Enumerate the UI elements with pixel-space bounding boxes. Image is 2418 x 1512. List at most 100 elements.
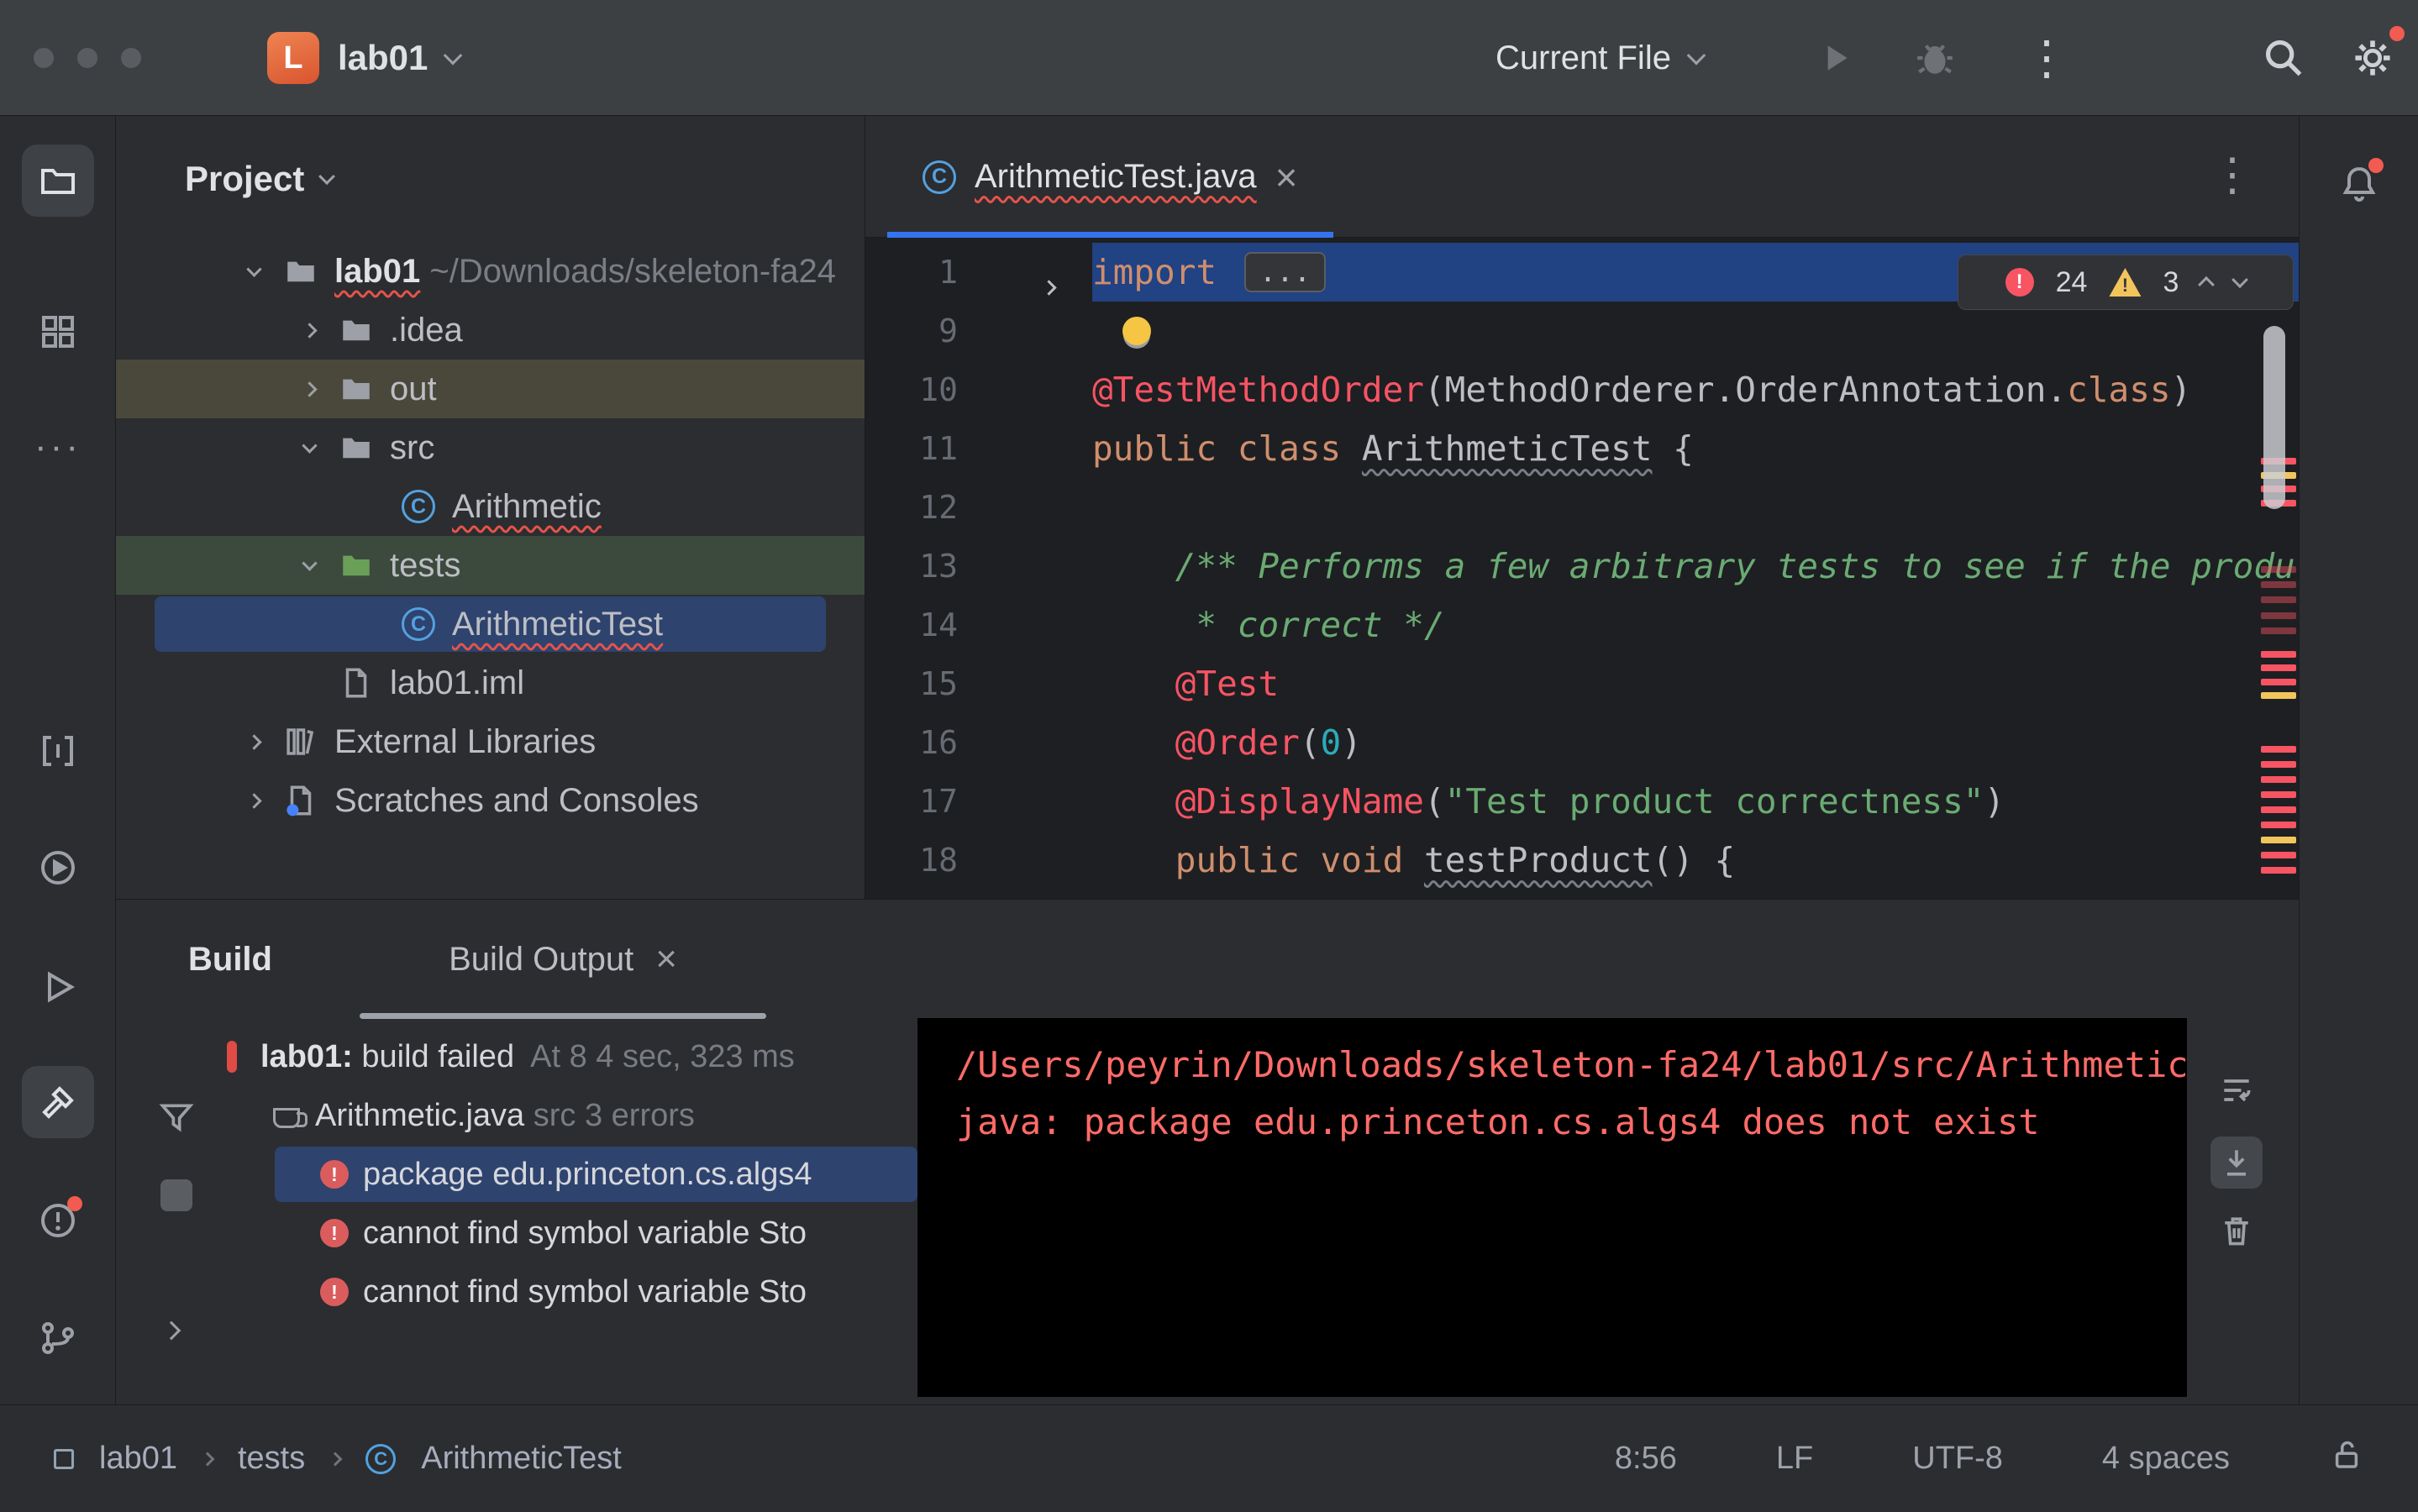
chevron-right-icon[interactable] [239, 792, 269, 809]
clear-output-button[interactable] [2218, 1212, 2255, 1253]
code-line-18[interactable]: 18 public void testProduct() { [865, 831, 2299, 890]
tree-row-arithmetictest[interactable]: C ArithmeticTest [116, 595, 865, 654]
readonly-toggle[interactable] [2329, 1437, 2364, 1481]
tree-row-scratches-and-consoles[interactable]: Scratches and Consoles [116, 771, 865, 830]
stripe-mark-faded[interactable] [2261, 627, 2296, 634]
project-panel-header[interactable]: Project [116, 116, 865, 242]
scroll-to-end-button[interactable] [2210, 1137, 2263, 1189]
scrollbar-thumb[interactable] [2263, 326, 2285, 509]
cursor-position-widget[interactable]: 8:56 [1615, 1441, 1677, 1477]
code-line-17[interactable]: 17 @DisplayName("Test product correctnes… [865, 772, 2299, 831]
structure-tool-button[interactable] [22, 296, 94, 368]
code-line-16[interactable]: 16 @Order(0) [865, 713, 2299, 772]
window-zoom-button[interactable] [121, 48, 141, 68]
run-config-selector[interactable]: Current File [1495, 0, 1706, 116]
project-tool-button[interactable] [22, 144, 94, 217]
inspection-widget[interactable]: ! 24 ! 3 [1958, 255, 2294, 310]
folded-region-badge[interactable]: ... [1243, 251, 1327, 293]
tree-label: src [390, 429, 434, 467]
code-token: ( [1423, 370, 1445, 410]
stripe-mark-faded[interactable] [2261, 581, 2296, 588]
stripe-mark-red[interactable] [2261, 761, 2296, 768]
code-line-11[interactable]: 11 public class ArithmeticTest { [865, 419, 2299, 478]
stripe-mark-red[interactable] [2261, 806, 2296, 813]
expand-button[interactable] [161, 1320, 181, 1341]
build-output-tab[interactable]: Build Output × [360, 900, 766, 1019]
stripe-mark-red[interactable] [2261, 822, 2296, 828]
code-line-12[interactable]: 12 [865, 478, 2299, 537]
close-icon[interactable]: × [655, 941, 677, 978]
editor-tab[interactable]: C ArithmeticTest.java × [887, 116, 1333, 238]
settings-button[interactable] [2342, 26, 2405, 88]
search-everywhere-button[interactable] [2253, 28, 2314, 88]
stripe-mark-yellow[interactable] [2261, 837, 2296, 843]
stripe-mark-red[interactable] [2261, 791, 2296, 798]
code-line-15[interactable]: 15 @Test [865, 654, 2299, 713]
folder-icon [338, 370, 375, 407]
tab-options-button[interactable]: ⋮ [2210, 148, 2255, 201]
problems-tool-button[interactable] [22, 1184, 94, 1257]
window-minimize-button[interactable] [77, 48, 97, 68]
stripe-mark-red[interactable] [2261, 651, 2296, 658]
close-icon[interactable]: × [1275, 158, 1298, 197]
chevron-down-icon[interactable] [294, 554, 324, 571]
code-line-14[interactable]: 14 * correct */ [865, 596, 2299, 654]
chevron-right-icon[interactable] [294, 322, 324, 339]
chevron-down-icon[interactable] [294, 437, 324, 454]
indent-widget[interactable]: 4 spaces [2102, 1441, 2230, 1477]
breadcrumb-item-folder[interactable]: tests [238, 1441, 305, 1477]
soft-wrap-button[interactable] [2218, 1072, 2255, 1113]
stripe-mark-red[interactable] [2261, 746, 2296, 753]
stripe-mark-red[interactable] [2261, 776, 2296, 783]
breadcrumb-item-file[interactable]: ArithmeticTest [421, 1441, 622, 1477]
code-line-13[interactable]: 13 /** Performs a few arbitrary tests to… [865, 537, 2299, 596]
debug-button[interactable] [1905, 28, 1965, 88]
project-widget[interactable]: L lab01 [267, 0, 463, 116]
breadcrumb-item-project[interactable]: lab01 [99, 1441, 177, 1477]
run-tool-button[interactable] [22, 951, 94, 1023]
tree-row-external-libraries[interactable]: External Libraries [116, 712, 865, 771]
more-actions-button[interactable]: ⋮ [2016, 28, 2077, 88]
chevron-right-icon[interactable] [294, 381, 324, 397]
stripe-mark-red[interactable] [2261, 664, 2296, 671]
stripe-mark-red[interactable] [2261, 679, 2296, 685]
chevron-right-icon[interactable] [239, 733, 269, 750]
line-separator-widget[interactable]: LF [1776, 1441, 1813, 1477]
stripe-mark-red[interactable] [2261, 867, 2296, 874]
tree-row-arithmetic[interactable]: C Arithmetic [116, 477, 865, 536]
stripe-mark-faded[interactable] [2261, 612, 2296, 619]
window-close-button[interactable] [34, 48, 54, 68]
code-token: ( [1423, 781, 1445, 822]
run-button[interactable] [1805, 28, 1865, 88]
tree-row-out[interactable]: out [116, 360, 865, 418]
code-line-10[interactable]: 10 @TestMethodOrder(MethodOrderer.OrderAn… [865, 360, 2299, 419]
class-icon: C [365, 1443, 397, 1474]
delete-trash-icon [2225, 1217, 2248, 1246]
git-branch-icon [42, 1322, 74, 1354]
version-control-tool-button[interactable] [22, 1302, 94, 1374]
tree-row-src[interactable]: src [116, 418, 865, 477]
previous-issue-button[interactable] [2198, 276, 2216, 293]
tree-row-lab01-iml[interactable]: lab01.iml [116, 654, 865, 712]
fold-toggle-icon[interactable] [1041, 264, 1057, 301]
stripe-mark-faded[interactable] [2261, 596, 2296, 603]
terminal-tool-button[interactable] [22, 715, 94, 787]
editor-content[interactable]: 1 import ... 9 10 @TestMethodOrder(MethodOrd… [865, 238, 2299, 899]
tree-item-name: .idea [390, 311, 463, 349]
more-tools-button[interactable]: ··· [22, 411, 94, 483]
stripe-mark-faded[interactable] [2261, 566, 2296, 573]
intention-bulb-icon[interactable] [1122, 317, 1151, 345]
tree-row--idea[interactable]: .idea [116, 301, 865, 360]
chevron-down-icon[interactable] [239, 260, 269, 277]
notifications-button[interactable] [2323, 148, 2395, 220]
stripe-mark-red[interactable] [2261, 852, 2296, 858]
services-tool-button[interactable] [22, 832, 94, 904]
build-tool-button[interactable] [22, 1066, 94, 1138]
code-line-9[interactable]: 9 [865, 302, 2299, 360]
encoding-widget[interactable]: UTF-8 [1912, 1441, 2003, 1477]
tree-row-lab01[interactable]: lab01 ~/Downloads/skeleton-fa24 [116, 242, 865, 301]
build-window-title[interactable]: Build [188, 900, 272, 1019]
tree-row-tests[interactable]: tests [116, 536, 865, 595]
next-issue-button[interactable] [2231, 271, 2249, 289]
stripe-mark-yellow[interactable] [2261, 692, 2296, 699]
